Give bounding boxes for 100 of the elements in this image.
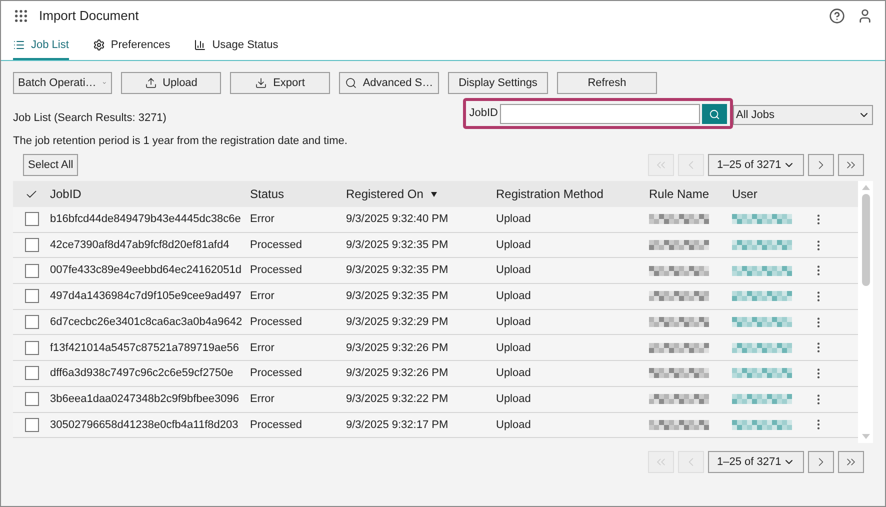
search-icon	[709, 108, 720, 120]
table-cell: Error	[250, 392, 274, 405]
row-checkbox[interactable]	[24, 340, 38, 355]
page-range-dropdown[interactable]: 1–25 of 3271	[708, 154, 804, 176]
scrollbar-thumb[interactable]	[862, 194, 870, 286]
column-header[interactable]: Registered On	[346, 185, 424, 203]
user-icon[interactable]	[857, 8, 873, 24]
redacted-text-drawing	[732, 317, 792, 328]
upload-icon	[144, 77, 157, 89]
toolbar-button[interactable]: Advanced S…	[339, 72, 439, 94]
redacted-text-drawing	[649, 214, 709, 224]
column-header[interactable]: Status	[250, 185, 284, 203]
redacted-text-drawing	[649, 420, 709, 430]
redacted-text-drawing	[649, 266, 709, 276]
table-cell: 42ce7390af8d47ab9fcf8d20ef81afd4	[50, 238, 230, 251]
table-cell: Error	[250, 213, 274, 226]
table-cell: Upload	[496, 418, 531, 431]
redacted-text-drawing	[732, 420, 792, 430]
table-cell: Processed	[250, 418, 302, 431]
last-page-button[interactable]	[838, 154, 864, 176]
table-cell: Processed	[250, 238, 302, 251]
job-filter-dropdown[interactable]: All Jobs	[733, 105, 873, 125]
download-icon	[255, 77, 268, 89]
row-checkbox[interactable]	[24, 366, 38, 380]
table-cell: Processed	[250, 367, 302, 380]
table-cell: f13f421014a5457c87521a789719ae56	[50, 342, 240, 354]
table-cell: 9/3/2025 9:32:40 PM	[346, 213, 448, 226]
table-cell: Processed	[250, 264, 302, 276]
table-cell: 9/3/2025 9:32:35 PM	[346, 238, 448, 251]
table-cell: Upload	[496, 238, 531, 251]
row-checkbox[interactable]	[24, 264, 38, 278]
row-checkbox[interactable]	[24, 212, 38, 226]
table-cell: Upload	[496, 367, 531, 380]
table-cell: 9/3/2025 9:32:22 PM	[346, 392, 448, 405]
table-cell: Upload	[496, 342, 531, 354]
retention-notice: The job retention period is 1 year from the registration date and time.	[13, 134, 348, 148]
tab[interactable]: Preferences	[92, 36, 170, 60]
search-label: JobID	[469, 106, 498, 121]
table-cell: Processed	[250, 316, 302, 328]
select-all-button[interactable]: Select All	[23, 154, 78, 176]
redacted-text-drawing	[732, 394, 792, 404]
table-cell: 9/3/2025 9:32:29 PM	[346, 316, 448, 328]
tab[interactable]: Job List	[13, 36, 69, 60]
table-cell: 9/3/2025 9:32:35 PM	[346, 290, 448, 302]
next-page-button[interactable]	[808, 154, 834, 176]
redacted-text-drawing	[649, 317, 709, 328]
toolbar-button[interactable]: Upload	[121, 72, 221, 94]
redacted-text-drawing	[649, 342, 709, 353]
table-cell: Error	[250, 342, 274, 354]
tab[interactable]: Usage Status	[194, 36, 278, 60]
table-cell: Upload	[496, 264, 531, 276]
bar-chart-icon	[194, 38, 206, 51]
redacted-text-drawing	[732, 266, 792, 276]
table-cell: Upload	[496, 290, 531, 302]
toolbar-button[interactable]: Refresh	[557, 72, 657, 94]
table-cell: Upload	[496, 213, 531, 226]
redacted-text-drawing	[649, 240, 709, 250]
search-icon	[344, 77, 357, 89]
app-menu-icon[interactable]	[13, 8, 29, 24]
toolbar-button[interactable]: Batch Operati…	[13, 72, 112, 94]
row-checkbox[interactable]	[24, 238, 38, 252]
redacted-text-drawing	[649, 368, 709, 378]
table-cell: dff6a3d938c7497c96c2c6e59cf2750e	[50, 367, 234, 380]
table-cell: Upload	[496, 392, 531, 405]
table-cell: Upload	[496, 316, 531, 328]
row-checkbox[interactable]	[24, 315, 38, 330]
toolbar-button[interactable]: Export	[230, 72, 330, 94]
row-checkbox[interactable]	[24, 392, 38, 406]
table-cell: 9/3/2025 9:32:26 PM	[346, 367, 448, 380]
column-header[interactable]: Registration Method	[496, 185, 604, 203]
last-page-button[interactable]	[838, 451, 864, 473]
search-results-summary: Job List (Search Results: 3271)	[13, 111, 168, 126]
next-page-button[interactable]	[808, 451, 834, 473]
redacted-text-drawing	[732, 342, 792, 353]
window-title: Import Document	[39, 7, 139, 26]
table-cell: 6d7cecbc26e3401c8ca6ac3a0b4a9642	[50, 316, 242, 328]
table-cell: 497d4a1436984c7d9f105e9cee9ad497	[50, 290, 242, 302]
redacted-text-drawing	[732, 214, 792, 224]
column-header[interactable]: JobID	[50, 185, 82, 203]
redacted-text-drawing	[649, 291, 709, 302]
redacted-text-drawing	[732, 240, 792, 250]
gear-icon	[92, 38, 105, 51]
page-range-dropdown[interactable]: 1–25 of 3271	[708, 451, 804, 473]
table-cell: Error	[250, 290, 274, 302]
redacted-text-drawing	[649, 394, 709, 404]
redacted-text-drawing	[732, 291, 792, 302]
table-cell: 9/3/2025 9:32:17 PM	[346, 418, 448, 431]
column-header[interactable]: User	[732, 185, 758, 203]
column-header[interactable]: Rule Name	[649, 185, 710, 203]
table-cell: 3b6eea1daa0247348b2c9f9bfbee3096	[50, 392, 240, 405]
sort-descending-icon	[431, 192, 438, 196]
row-checkbox[interactable]	[24, 418, 38, 432]
redacted-text-drawing	[732, 368, 792, 378]
toolbar-button[interactable]: Display Settings	[448, 72, 548, 94]
search-button[interactable]	[702, 104, 727, 124]
table-cell: 30502796658d41238e0cfb4a11f8d203	[50, 418, 238, 431]
table-cell: 007fe433c89e49eebbd64ec24162051d	[50, 264, 242, 276]
help-icon[interactable]	[829, 8, 845, 24]
row-checkbox[interactable]	[24, 289, 38, 304]
table-cell: 9/3/2025 9:32:26 PM	[346, 342, 448, 354]
